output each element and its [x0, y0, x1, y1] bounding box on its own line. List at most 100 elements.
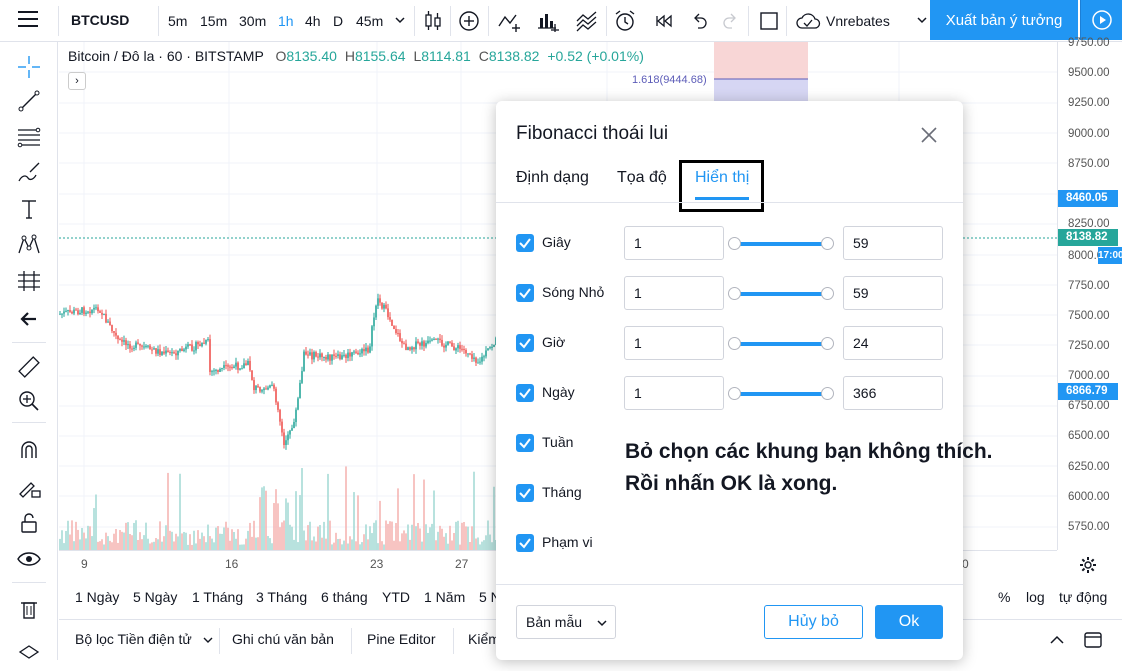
lock-drawing-icon[interactable]: [16, 474, 42, 500]
checkbox-ranges[interactable]: [516, 534, 534, 552]
gear-icon[interactable]: [1078, 555, 1098, 575]
candle-body: [209, 339, 211, 372]
brush-icon[interactable]: [16, 160, 42, 186]
financials-icon[interactable]: [534, 8, 560, 34]
seconds-to-input[interactable]: 59: [843, 226, 943, 260]
slider-knob-end[interactable]: [821, 287, 834, 300]
back-arrow-icon[interactable]: [16, 306, 42, 332]
undo-icon[interactable]: [688, 8, 714, 34]
slider-knob-start[interactable]: [728, 387, 741, 400]
interval-1h[interactable]: 1h: [278, 13, 294, 29]
slider-knob-start[interactable]: [728, 237, 741, 250]
interval-30m[interactable]: 30m: [239, 13, 266, 29]
candles-icon[interactable]: [420, 8, 446, 34]
checkbox-days[interactable]: [516, 384, 534, 402]
slider-knob-end[interactable]: [821, 387, 834, 400]
days-to-input[interactable]: 366: [843, 376, 943, 410]
range-1d[interactable]: 1 Ngày: [75, 589, 119, 605]
cancel-button[interactable]: Hủy bỏ: [764, 605, 863, 639]
checkbox-minutes[interactable]: [516, 284, 534, 302]
compare-add-icon[interactable]: [456, 8, 482, 34]
chevron-down-icon[interactable]: [201, 633, 215, 647]
slider-knob-end[interactable]: [821, 237, 834, 250]
alert-clock-icon[interactable]: [612, 8, 638, 34]
range-ytd[interactable]: YTD: [382, 589, 410, 605]
interval-5m[interactable]: 5m: [168, 13, 187, 29]
chevron-down-icon[interactable]: [914, 12, 930, 28]
slider-knob-start[interactable]: [728, 337, 741, 350]
cloud-icon[interactable]: [794, 9, 821, 35]
range-1y[interactable]: 1 Năm: [424, 589, 465, 605]
percent-toggle[interactable]: %: [998, 589, 1010, 605]
ok-button[interactable]: Ok: [875, 605, 943, 639]
pattern-icon[interactable]: [16, 232, 42, 258]
tab-crypto-screener[interactable]: Bộ lọc Tiền điện tử: [75, 631, 192, 647]
fib-retracement-icon[interactable]: [16, 124, 42, 150]
eye-icon[interactable]: [16, 546, 42, 572]
text-icon[interactable]: [16, 196, 42, 222]
checkbox-hours[interactable]: [516, 334, 534, 352]
legend-collapse-button[interactable]: ›: [68, 72, 86, 90]
replay-icon[interactable]: [652, 8, 678, 34]
magnet-icon[interactable]: [16, 438, 42, 464]
layout-name[interactable]: Vnrebates: [826, 13, 890, 29]
log-toggle[interactable]: log: [1026, 589, 1045, 605]
seconds-from-input[interactable]: 1: [624, 226, 724, 260]
checkbox-seconds[interactable]: [516, 234, 534, 252]
slider-knob-end[interactable]: [821, 337, 834, 350]
candle-body: [485, 350, 487, 357]
template-dropdown[interactable]: Bản mẫu: [516, 605, 616, 639]
days-from-input[interactable]: 1: [624, 376, 724, 410]
close-icon[interactable]: [920, 126, 938, 144]
minutes-range-slider[interactable]: [728, 287, 834, 300]
price-axis[interactable]: 9750.00 9500.00 9250.00 9000.00 8750.00 …: [1057, 37, 1122, 550]
checkbox-weeks[interactable]: [516, 434, 534, 452]
tab-text-notes[interactable]: Ghi chú văn bản: [232, 631, 334, 647]
auto-toggle[interactable]: tự động: [1059, 589, 1107, 605]
chevron-down-icon[interactable]: [392, 12, 408, 28]
indicators-icon[interactable]: [496, 8, 522, 34]
interval-15m[interactable]: 15m: [200, 13, 227, 29]
interval-d[interactable]: D: [333, 13, 343, 29]
interval-4h[interactable]: 4h: [305, 13, 321, 29]
trend-line-icon[interactable]: [16, 88, 42, 114]
maximize-panel-icon[interactable]: [1083, 630, 1103, 650]
crosshair-icon[interactable]: [16, 54, 42, 80]
templates-icon[interactable]: [574, 8, 600, 34]
range-6m[interactable]: 6 tháng: [321, 589, 368, 605]
trash-icon[interactable]: [16, 596, 42, 622]
publish-idea-button[interactable]: Xuất bản ý tưởng: [930, 0, 1078, 40]
candle-body: [471, 354, 473, 359]
days-range-slider[interactable]: [728, 387, 834, 400]
play-icon[interactable]: [1080, 0, 1122, 40]
ruler-icon[interactable]: [16, 354, 42, 380]
redo-icon[interactable]: [716, 8, 742, 34]
tab-pine-editor[interactable]: Pine Editor: [367, 631, 435, 647]
chevron-up-icon[interactable]: [1047, 630, 1067, 650]
menu-icon[interactable]: [18, 11, 38, 27]
volume-bar: [201, 532, 203, 550]
minutes-from-input[interactable]: 1: [624, 276, 724, 310]
forecast-icon[interactable]: [16, 268, 42, 294]
candle-body: [153, 348, 155, 350]
candle-body: [193, 350, 195, 352]
minutes-to-input[interactable]: 59: [843, 276, 943, 310]
fullscreen-square-icon[interactable]: [756, 8, 782, 34]
hours-range-slider[interactable]: [728, 337, 834, 350]
range-3m[interactable]: 3 Tháng: [256, 589, 307, 605]
symbol-search[interactable]: BTCUSD: [71, 12, 129, 28]
interval-45m[interactable]: 45m: [356, 13, 383, 29]
hours-from-input[interactable]: 1: [624, 326, 724, 360]
zoom-in-icon[interactable]: [16, 388, 42, 414]
slider-knob-start[interactable]: [728, 287, 741, 300]
hours-to-input[interactable]: 24: [843, 326, 943, 360]
seconds-range-slider[interactable]: [728, 237, 834, 250]
checkbox-months[interactable]: [516, 484, 534, 502]
volume-bar: [65, 530, 67, 550]
tab-style[interactable]: Định dạng: [516, 169, 589, 187]
range-5d[interactable]: 5 Ngày: [133, 589, 177, 605]
tab-coordinates[interactable]: Tọa độ: [617, 169, 667, 187]
lock-icon[interactable]: [16, 510, 42, 536]
range-1m[interactable]: 1 Tháng: [192, 589, 243, 605]
object-tree-icon[interactable]: [16, 640, 42, 666]
